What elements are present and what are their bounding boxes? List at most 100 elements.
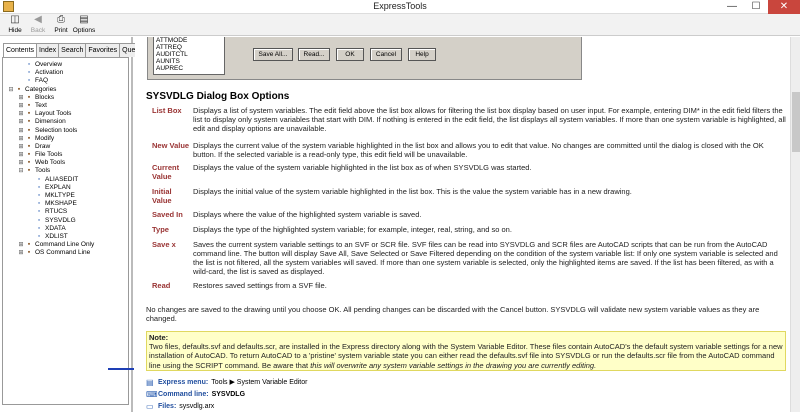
hide-button[interactable]: ◫ Hide xyxy=(4,14,26,36)
book-icon: ▪ xyxy=(27,249,31,257)
toolbar-label: Options xyxy=(72,27,96,34)
tree-item[interactable]: ▫ XDATA xyxy=(3,225,128,233)
command-line-row: ⌨ Command line: SYSVDLG xyxy=(146,388,546,400)
page-icon: ▫ xyxy=(37,183,41,191)
command-line-label[interactable]: Command line: xyxy=(158,391,209,398)
expand-icon[interactable]: ⊞ xyxy=(17,151,25,159)
tree-item-label: Overview xyxy=(35,61,63,68)
definition-row: Initial Value Displays the initial value… xyxy=(148,187,788,210)
tree-item[interactable]: ⊟ ▪ Categories xyxy=(3,86,128,94)
page-icon: ▫ xyxy=(27,69,31,77)
tree-item-label: EXPLAN xyxy=(45,183,71,191)
dialog-variable-list: ATTMODE ATTREQ AUDITCTL AUNITS AUPREC xyxy=(153,37,225,75)
page-icon: ▫ xyxy=(37,224,41,232)
tab-contents[interactable]: Contents xyxy=(3,43,38,57)
tree-item[interactable]: ▫ Overview xyxy=(3,61,128,69)
book-icon: ▪ xyxy=(27,151,31,159)
tree-item[interactable]: ⊞ ▪ Draw xyxy=(3,143,128,151)
tree-item[interactable]: ⊞ ▪ Web Tools xyxy=(3,159,128,167)
tree-item[interactable]: ▫ ALIASEDIT xyxy=(3,176,128,184)
expand-icon[interactable]: ⊞ xyxy=(17,110,25,118)
tree-item[interactable]: ▫ XDLIST xyxy=(3,233,128,241)
tree-item[interactable]: ▫ MKLTYPE xyxy=(3,192,128,200)
tree-item-label: Web Tools xyxy=(35,159,66,167)
definition-term: Save x xyxy=(152,240,176,249)
tree-item-label: Layout Tools xyxy=(35,110,72,118)
contents-tree[interactable]: ▫ Overview ▫ Activation ▫ FAQ ⊟ ▪ Categories ⊞ ▪ Bl… xyxy=(2,57,129,405)
tree-item[interactable]: ⊞ ▪ Command Line Only xyxy=(3,241,128,249)
tree-item[interactable]: ▫ Activation xyxy=(3,69,128,77)
content-scrollbar[interactable] xyxy=(790,37,800,412)
collapse-icon[interactable]: ⊟ xyxy=(7,86,15,94)
tree-item[interactable]: ⊞ ▪ Layout Tools xyxy=(3,110,128,118)
tree-item[interactable]: ⊞ ▪ Modify xyxy=(3,135,128,143)
options-definition-list: List Box Displays a list of system varia… xyxy=(148,106,788,293)
tree-item[interactable]: ⊞ ▪ Text xyxy=(3,102,128,110)
page-icon: ▫ xyxy=(37,200,41,208)
changes-paragraph: No changes are saved to the drawing unti… xyxy=(146,305,760,323)
back-button[interactable]: ◀ Back xyxy=(27,14,49,36)
tree-item[interactable]: ⊞ ▪ Dimension xyxy=(3,118,128,126)
tree-item[interactable]: ▫ SYSVDLG xyxy=(3,217,128,225)
dialog-read-button: Read... xyxy=(298,48,330,61)
toolbar-label: Hide xyxy=(8,27,22,34)
book-icon: ▪ xyxy=(27,241,31,249)
tree-item-label: Draw xyxy=(35,142,51,150)
definition-description: Displays the type of the highlighted sys… xyxy=(193,225,512,234)
dialog-list-item: AUDITCTL xyxy=(156,51,188,58)
tree-item[interactable]: ⊟ ▪ Tools xyxy=(3,167,128,175)
collapse-icon[interactable]: ⊟ xyxy=(17,167,25,175)
book-icon: ▪ xyxy=(27,118,31,126)
expand-icon[interactable]: ⊞ xyxy=(17,249,25,257)
book-icon: ▪ xyxy=(27,159,31,167)
expand-icon[interactable]: ⊞ xyxy=(17,143,25,151)
maximize-button[interactable]: ☐ xyxy=(744,0,768,14)
tree-item[interactable]: ▫ RTUCS xyxy=(3,208,128,216)
definition-row: Current Value Displays the value of the … xyxy=(148,163,788,187)
expand-icon[interactable]: ⊞ xyxy=(17,241,25,249)
definition-term: Saved In xyxy=(152,210,183,219)
expand-icon[interactable]: ⊞ xyxy=(17,127,25,135)
definition-description: Displays the initial value of the system… xyxy=(193,187,632,196)
close-button[interactable]: ✕ xyxy=(768,0,800,14)
tree-item[interactable]: ⊞ ▪ OS Command Line xyxy=(3,249,128,257)
minimize-button[interactable]: — xyxy=(720,0,744,14)
expand-icon[interactable]: ⊞ xyxy=(17,94,25,102)
toolbar: ◫ Hide ◀ Back ⎙ Print ▤ Options xyxy=(0,14,800,36)
express-menu-label[interactable]: Express menu: xyxy=(158,379,208,386)
options-button[interactable]: ▤ Options xyxy=(73,14,95,36)
tree-item[interactable]: ▫ MKSHAPE xyxy=(3,200,128,208)
page-icon: ▫ xyxy=(37,175,41,183)
menu-icon: ▤ xyxy=(146,377,154,387)
book-icon: ▪ xyxy=(27,142,31,150)
dialog-cancel-button: Cancel xyxy=(370,48,402,61)
scrollbar-thumb[interactable] xyxy=(792,92,800,152)
tree-item-label: OS Command Line xyxy=(35,249,91,257)
tree-item[interactable]: ▫ EXPLAN xyxy=(3,184,128,192)
print-button[interactable]: ⎙ Print xyxy=(50,14,72,36)
files-label[interactable]: Files: xyxy=(158,403,176,410)
page-icon: ▫ xyxy=(27,77,31,85)
definition-row: Read Restores saved settings from a SVF … xyxy=(148,281,788,293)
tree-item-label: ALIASEDIT xyxy=(45,175,79,183)
help-content: ATTMODE ATTREQ AUDITCTL AUNITS AUPREC Save A… xyxy=(135,37,800,412)
tree-item[interactable]: ▫ FAQ xyxy=(3,77,128,85)
tree-item[interactable]: ⊞ ▪ File Tools xyxy=(3,151,128,159)
expand-icon[interactable]: ⊞ xyxy=(17,102,25,110)
window-title: ExpressTools xyxy=(373,1,427,11)
section-title: SYSVDLG Dialog Box Options xyxy=(146,91,290,102)
tab-index[interactable]: Index xyxy=(36,43,60,57)
options-icon: ▤ xyxy=(79,14,89,25)
tree-item[interactable]: ⊞ ▪ Blocks xyxy=(3,94,128,102)
definition-term: New Value xyxy=(152,141,190,150)
tab-favorites[interactable]: Favorites xyxy=(85,43,121,57)
expand-icon[interactable]: ⊞ xyxy=(17,159,25,167)
tree-item-label: Modify xyxy=(35,134,55,142)
expand-icon[interactable]: ⊞ xyxy=(17,135,25,143)
tab-search[interactable]: Search xyxy=(58,43,87,57)
title-bar: ExpressTools — ☐ ✕ xyxy=(0,0,800,14)
expand-icon[interactable]: ⊞ xyxy=(17,118,25,126)
book-icon: ▪ xyxy=(27,167,31,175)
tree-item-label: Text xyxy=(35,101,47,109)
tree-item[interactable]: ⊞ ▪ Selection tools xyxy=(3,127,128,135)
